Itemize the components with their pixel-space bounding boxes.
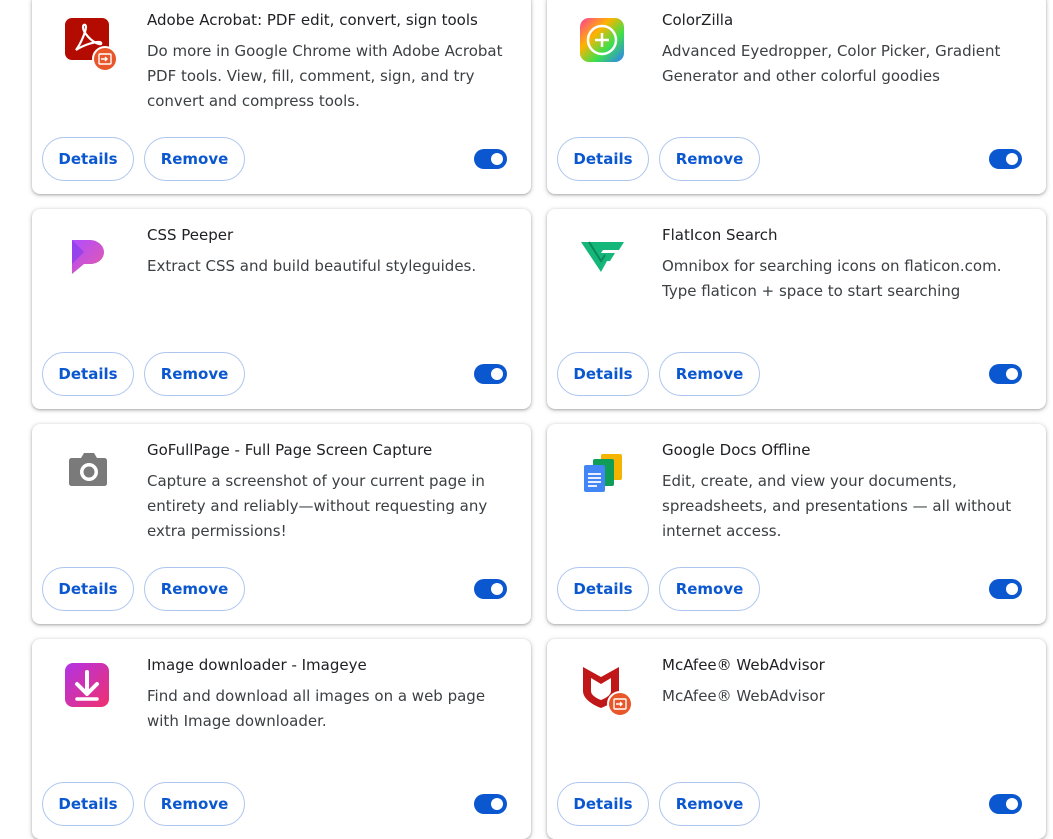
- managed-by-policy-icon: [92, 46, 118, 72]
- remove-button[interactable]: Remove: [144, 137, 245, 181]
- extension-description: Find and download all images on a web pa…: [147, 687, 486, 730]
- extension-description: Extract CSS and build beautiful stylegui…: [147, 257, 477, 275]
- toggle-knob: [491, 153, 503, 165]
- extension-name: FlatIcon Search: [662, 226, 778, 244]
- camera-icon: [64, 446, 112, 494]
- extension-description: Edit, create, and view your documents, s…: [662, 472, 1012, 539]
- enable-toggle[interactable]: [474, 149, 507, 169]
- extension-card: CSS Peeper Extract CSS and build beautif…: [32, 209, 531, 409]
- enable-toggle[interactable]: [989, 149, 1022, 169]
- enable-toggle[interactable]: [474, 364, 507, 384]
- extension-card: Google Docs Offline Edit, create, and vi…: [547, 424, 1046, 624]
- details-button[interactable]: Details: [557, 567, 649, 611]
- remove-button[interactable]: Remove: [659, 137, 760, 181]
- extension-name: CSS Peeper: [147, 226, 234, 244]
- details-button[interactable]: Details: [42, 352, 134, 396]
- flaticon-icon: [579, 231, 627, 279]
- toggle-knob: [1006, 798, 1018, 810]
- extension-card: Image downloader - Imageye Find and down…: [32, 639, 531, 839]
- details-button[interactable]: Details: [42, 137, 134, 181]
- toggle-knob: [491, 368, 503, 380]
- enable-toggle[interactable]: [989, 579, 1022, 599]
- extension-card: Adobe Acrobat: PDF edit, convert, sign t…: [32, 0, 531, 194]
- managed-by-policy-icon: [607, 691, 633, 717]
- details-button[interactable]: Details: [557, 352, 649, 396]
- enable-toggle[interactable]: [474, 579, 507, 599]
- extension-name: Google Docs Offline: [662, 441, 811, 459]
- extension-description: Omnibox for searching icons on flaticon.…: [662, 257, 1002, 300]
- toggle-knob: [1006, 368, 1018, 380]
- adobe-acrobat-icon: [64, 16, 118, 72]
- remove-button[interactable]: Remove: [144, 782, 245, 826]
- extension-description: McAfee® WebAdvisor: [662, 687, 825, 705]
- toggle-knob: [491, 583, 503, 595]
- remove-button[interactable]: Remove: [659, 567, 760, 611]
- details-button[interactable]: Details: [42, 567, 134, 611]
- toggle-knob: [491, 798, 503, 810]
- extension-description: Do more in Google Chrome with Adobe Acro…: [147, 42, 503, 109]
- mcafee-icon: [579, 661, 633, 717]
- extension-card: McAfee® WebAdvisor McAfee® WebAdvisor De…: [547, 639, 1046, 839]
- extension-card: ColorZilla Advanced Eyedropper, Color Pi…: [547, 0, 1046, 194]
- toggle-knob: [1006, 153, 1018, 165]
- details-button[interactable]: Details: [42, 782, 134, 826]
- remove-button[interactable]: Remove: [659, 782, 760, 826]
- remove-button[interactable]: Remove: [144, 567, 245, 611]
- extension-name: GoFullPage - Full Page Screen Capture: [147, 441, 433, 459]
- extension-card: GoFullPage - Full Page Screen Capture Ca…: [32, 424, 531, 624]
- toggle-knob: [1006, 583, 1018, 595]
- remove-button[interactable]: Remove: [659, 352, 760, 396]
- colorzilla-icon: [579, 16, 627, 64]
- details-button[interactable]: Details: [557, 137, 649, 181]
- enable-toggle[interactable]: [474, 794, 507, 814]
- extension-description: Capture a screenshot of your current pag…: [147, 472, 488, 539]
- details-button[interactable]: Details: [557, 782, 649, 826]
- image-downloader-icon: [64, 661, 112, 709]
- extension-name: Adobe Acrobat: PDF edit, convert, sign t…: [147, 11, 478, 29]
- enable-toggle[interactable]: [989, 794, 1022, 814]
- css-peeper-icon: [64, 231, 112, 279]
- extension-name: Image downloader - Imageye: [147, 656, 367, 674]
- extension-description: Advanced Eyedropper, Color Picker, Gradi…: [662, 42, 1001, 85]
- google-docs-offline-icon: [579, 446, 627, 494]
- extension-name: McAfee® WebAdvisor: [662, 656, 825, 674]
- extension-name: ColorZilla: [662, 11, 734, 29]
- enable-toggle[interactable]: [989, 364, 1022, 384]
- extension-card: FlatIcon Search Omnibox for searching ic…: [547, 209, 1046, 409]
- remove-button[interactable]: Remove: [144, 352, 245, 396]
